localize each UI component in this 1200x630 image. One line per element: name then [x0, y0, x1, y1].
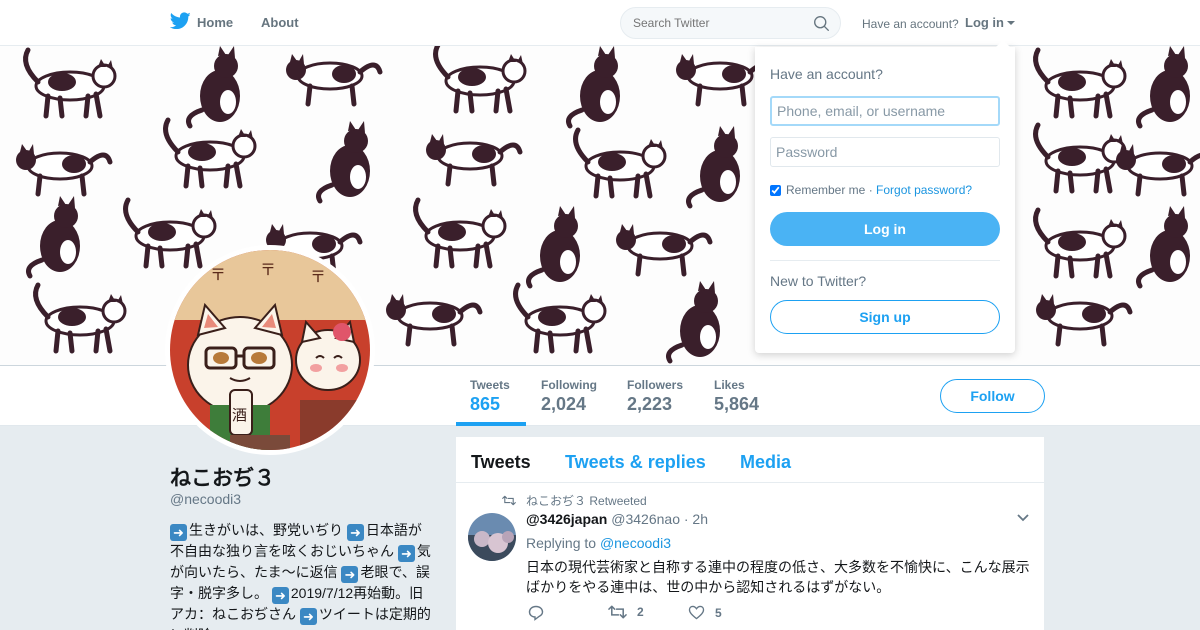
tweet-text: 日本の現代芸術家と自称する連中の程度の低さ、大多数を不愉快に、こんな展示ばかりを… — [526, 559, 1030, 595]
avatar-decoration-glyph: 〒 — [310, 267, 326, 286]
nav-home-link[interactable]: Home — [197, 15, 233, 30]
remember-me-checkbox[interactable] — [770, 184, 781, 196]
dropdown-divider — [770, 260, 1000, 261]
profile-bio: ➜ 生きがいは、野党いぢり ➜ 日本語が不自由な独り言を呟くおじいちゃん ➜ 気が向い… — [170, 520, 432, 630]
nav-about-link[interactable]: About — [261, 15, 299, 30]
retweeted-label: Retweeted — [589, 493, 647, 508]
stat-followers[interactable]: Followers 2,223 — [627, 378, 683, 415]
tweet-author-name[interactable]: @3426japan — [526, 511, 607, 527]
retweet-icon — [502, 495, 516, 506]
bio-line: 生きがいは、野党いぢり — [189, 522, 347, 538]
search-input[interactable] — [633, 16, 803, 30]
tab-media[interactable]: Media — [740, 452, 791, 473]
tweet-actions: 2 5 — [526, 605, 826, 625]
chevron-down-icon[interactable] — [1017, 514, 1029, 522]
stat-likes-label: Likes — [714, 378, 745, 392]
avatar-sake-label: 酒 — [232, 406, 247, 424]
stat-tweets-value: 865 — [470, 394, 501, 414]
arrow-right-emoji-icon: ➜ — [397, 545, 415, 562]
reply-icon[interactable] — [528, 605, 544, 621]
remember-me-row: Remember me · Forgot password? — [770, 183, 972, 197]
stat-tweets-label: Tweets — [470, 378, 510, 392]
login-button[interactable]: Log in — [770, 212, 1000, 246]
new-to-twitter-label: New to Twitter? — [770, 273, 867, 289]
login-dropdown-title: Have an account? — [770, 66, 883, 82]
tweet-avatar-image — [468, 513, 516, 561]
heart-icon[interactable] — [688, 605, 705, 620]
stat-following[interactable]: Following 2,024 — [541, 378, 597, 415]
forgot-password-link[interactable]: Forgot password? — [876, 183, 972, 197]
stat-followers-value: 2,223 — [627, 394, 673, 414]
like-action[interactable]: 5 — [688, 605, 722, 620]
retweet-count: 2 — [637, 605, 644, 619]
profile-name: ねこおぢ３ — [170, 467, 275, 490]
stat-tweets[interactable]: Tweets 865 — [470, 378, 510, 415]
avatar-image: 〒 〒 〒 酒 — [170, 250, 370, 450]
stat-following-value: 2,024 — [541, 394, 587, 414]
login-dropdown-toggle[interactable]: Log in — [965, 15, 1015, 30]
avatar[interactable]: 〒 〒 〒 酒 — [165, 245, 375, 455]
login-link-label: Log in — [965, 15, 1004, 30]
stat-followers-label: Followers — [627, 378, 684, 392]
search-icon[interactable] — [813, 15, 830, 32]
caret-down-icon — [1007, 20, 1015, 25]
stat-likes[interactable]: Likes 5,864 — [714, 378, 759, 415]
timeline: Tweets Tweets & replies Media ねこおぢ３ Retw… — [456, 437, 1044, 630]
follow-button[interactable]: Follow — [940, 379, 1045, 413]
tweet-author-handle[interactable]: @3426nao — [611, 511, 680, 527]
tab-tweets[interactable]: Tweets — [471, 452, 531, 473]
top-navigation: Home About Have an account? Log in — [0, 0, 1200, 46]
retweet-context: ねこおぢ３ Retweeted — [502, 492, 647, 509]
timeline-tabs: Tweets Tweets & replies Media — [456, 437, 1044, 483]
tweet-avatar[interactable] — [468, 513, 516, 561]
arrow-right-emoji-icon: ➜ — [170, 524, 187, 541]
reply-action[interactable] — [528, 605, 554, 621]
profile-handle[interactable]: @necoodi3 — [170, 491, 241, 507]
tweet-header: @3426japan @3426nao · 2h — [526, 511, 708, 527]
retweeted-by-name[interactable]: ねこおぢ３ — [526, 492, 586, 509]
search-box[interactable] — [620, 7, 841, 39]
active-stat-indicator — [456, 422, 526, 426]
twitter-bird-icon[interactable] — [170, 12, 191, 30]
avatar-decoration-glyph: 〒 — [210, 265, 226, 284]
tweet-timestamp[interactable]: · 2h — [684, 511, 708, 527]
have-account-label: Have an account? — [862, 17, 959, 31]
replying-to-handle[interactable]: @necoodi3 — [600, 535, 671, 551]
arrow-right-emoji-icon: ➜ — [271, 587, 289, 604]
dropdown-pointer — [995, 40, 1011, 48]
stat-likes-value: 5,864 — [714, 394, 760, 414]
username-field[interactable] — [770, 96, 1000, 126]
password-field[interactable] — [770, 137, 1000, 167]
arrow-right-emoji-icon: ➜ — [299, 608, 317, 625]
arrow-right-emoji-icon: ➜ — [346, 524, 364, 541]
remember-me-label[interactable]: Remember me — [786, 183, 865, 197]
retweet-icon[interactable] — [608, 605, 627, 619]
like-count: 5 — [715, 605, 722, 620]
avatar-decoration-glyph: 〒 — [260, 260, 276, 279]
arrow-right-emoji-icon: ➜ — [341, 566, 359, 583]
replying-to: Replying to @necoodi3 — [526, 535, 671, 551]
retweet-action[interactable]: 2 — [608, 605, 644, 619]
tab-tweets-and-replies[interactable]: Tweets & replies — [565, 452, 706, 473]
stat-following-label: Following — [541, 378, 597, 392]
separator-dot: · — [868, 183, 873, 197]
signup-button[interactable]: Sign up — [770, 300, 1000, 334]
twitter-logo[interactable] — [170, 12, 191, 30]
login-dropdown: Have an account? Remember me · Forgot pa… — [755, 47, 1015, 353]
replying-to-label: Replying to — [526, 535, 597, 551]
